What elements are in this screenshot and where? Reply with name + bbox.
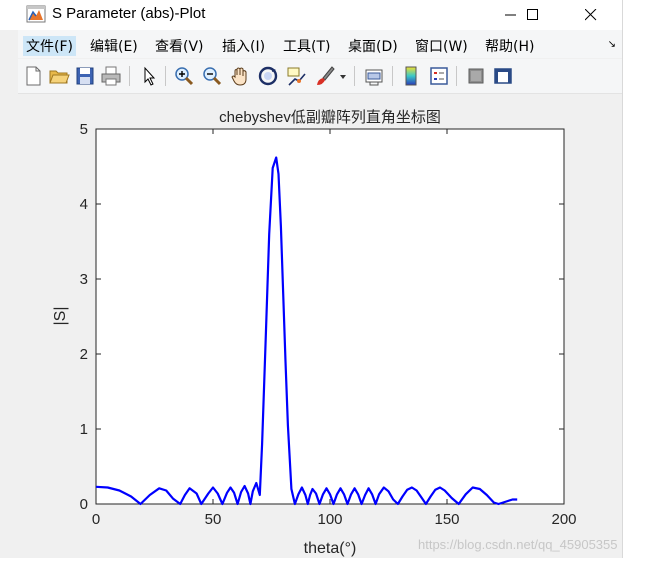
menu-window[interactable]: 窗口(W) [415,36,468,56]
open-icon[interactable] [48,65,70,87]
zoom-in-icon[interactable] [173,65,195,87]
y-tick-label: 0 [80,496,88,513]
y-tick-label: 1 [80,421,88,438]
menu-desktop[interactable]: 桌面(D) [348,36,398,56]
maximize-icon [527,9,538,20]
new-figure-icon[interactable] [22,65,44,87]
zoom-out-icon[interactable] [201,65,223,87]
menu-tools[interactable]: 工具(T) [283,36,330,56]
menu-bar: 文件(F) 编辑(E) 查看(V) 插入(I) 工具(T) 桌面(D) 窗口(W… [18,30,622,58]
title-bar: S Parameter (abs)-Plot [0,0,622,30]
pan-hand-icon[interactable] [229,65,251,87]
close-button[interactable] [568,0,614,30]
y-tick-label: 4 [80,196,88,213]
plot-axes[interactable] [95,128,565,505]
show-plot-tools-icon[interactable] [492,65,514,87]
figure-toolbar [18,59,622,94]
data-cursor-icon[interactable] [285,65,307,87]
insert-colorbar-icon[interactable] [400,65,422,87]
print-icon[interactable] [100,65,122,87]
rotate-3d-icon[interactable] [257,65,279,87]
y-tick-label: 3 [80,271,88,288]
x-tick-label: 0 [92,511,100,528]
y-tick-label: 5 [80,121,88,138]
brush-dropdown-icon[interactable] [338,65,348,87]
y-axis-label: |S| [52,307,69,326]
menu-edit[interactable]: 编辑(E) [90,36,138,56]
close-icon [585,9,597,21]
x-tick-label: 200 [551,511,576,528]
brush-icon[interactable] [314,65,336,87]
edit-plot-arrow-icon[interactable] [138,65,160,87]
maximize-button[interactable] [510,0,556,30]
figure-window: S Parameter (abs)-Plot 文件(F) 编辑(E) 查看(V)… [0,0,623,558]
insert-legend-icon[interactable] [428,65,450,87]
menu-insert[interactable]: 插入(I) [222,36,265,56]
menu-dock-arrow-icon[interactable]: ↘ [608,39,616,50]
x-tick-label: 150 [434,511,459,528]
plot-svg: chebyshev低副瓣阵列直角坐标图 0 50 100 150 200 0 1 2 3 4 5 t… [52,109,577,557]
menu-help[interactable]: 帮助(H) [485,36,534,56]
y-tick-label: 2 [80,346,88,363]
watermark-text: https://blog.csdn.net/qq_45905355 [418,537,618,552]
matlab-figure-icon [26,5,46,23]
chart-title: chebyshev低副瓣阵列直角坐标图 [219,109,441,126]
menu-view[interactable]: 查看(V) [155,36,204,56]
save-icon[interactable] [74,65,96,87]
menu-file[interactable]: 文件(F) [23,36,76,56]
hide-plot-tools-icon[interactable] [465,65,487,87]
x-axis-label: theta(°) [304,540,357,557]
x-tick-label: 100 [317,511,342,528]
figure-canvas: chebyshev低副瓣阵列直角坐标图 0 50 100 150 200 0 1 2 3 4 5 t… [18,94,622,558]
link-plot-icon[interactable] [363,65,385,87]
window-title: S Parameter (abs)-Plot [52,5,206,22]
x-tick-label: 50 [205,511,222,528]
